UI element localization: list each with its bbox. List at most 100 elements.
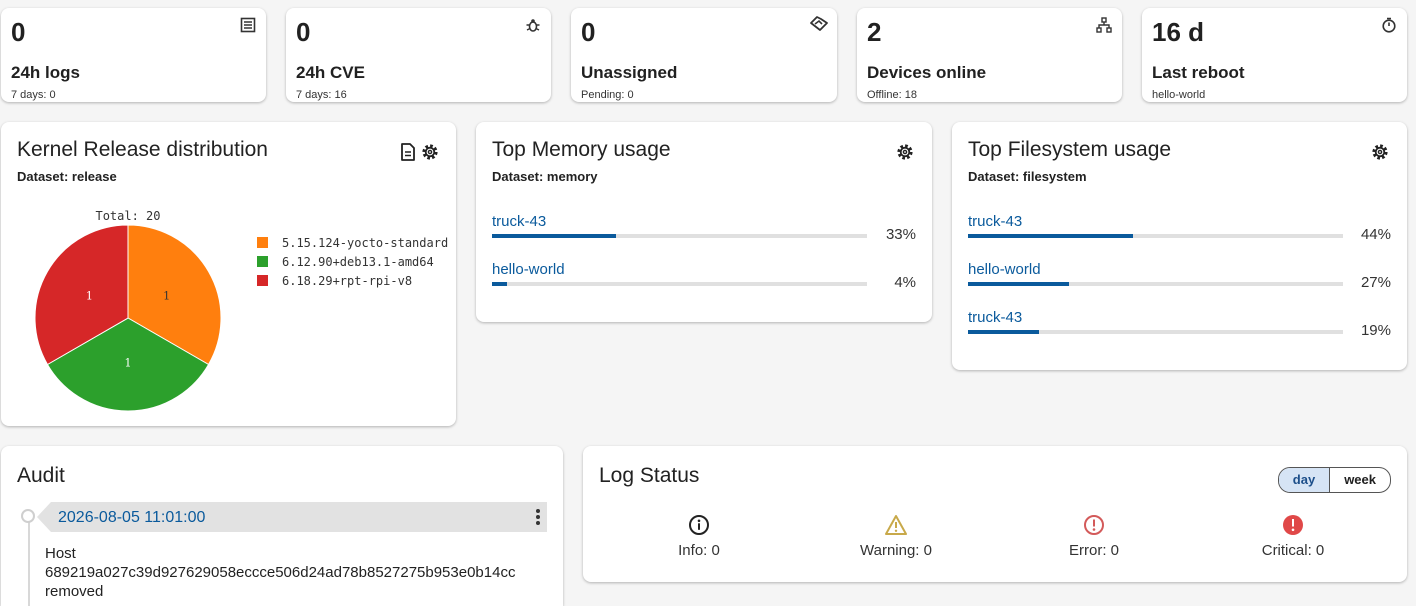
card-dataset: Dataset: filesystem: [968, 169, 1087, 184]
usage-bar: [968, 330, 1343, 334]
toggle-week[interactable]: week: [1330, 468, 1390, 492]
audit-entry-line: Host: [45, 545, 76, 562]
more-vert-icon[interactable]: [535, 508, 541, 526]
pie-total-label: Total: 20: [95, 209, 160, 223]
error-icon: [1084, 515, 1104, 535]
pie-slice-label: 1: [163, 290, 170, 303]
usage-bar: [968, 282, 1343, 286]
stat-label: Last reboot: [1152, 63, 1245, 82]
log-status-card: Log Status day week Info: 0 Warning: 0 E…: [583, 446, 1407, 582]
stat-label: Unassigned: [581, 63, 678, 82]
usage-percent: 19%: [1360, 322, 1391, 339]
audit-entry-time: 2026-08-05 11:01:00: [58, 509, 206, 526]
usage-bar-fill: [492, 234, 616, 238]
usage-row[interactable]: truck-43 33%: [492, 213, 916, 253]
stat-card-logs[interactable]: 0 24h logs 7 days: 0: [1, 8, 266, 102]
gear-icon[interactable]: [420, 142, 440, 162]
host-link[interactable]: hello-world: [968, 261, 1041, 278]
stat-sub: Pending: 0: [581, 89, 634, 101]
host-link[interactable]: truck-43: [968, 309, 1022, 326]
status-label: Error: 0: [1068, 542, 1119, 559]
status-critical: Critical: 0: [1233, 514, 1353, 559]
timeline-dot: [21, 509, 35, 523]
usage-percent: 33%: [885, 226, 916, 243]
usage-percent: 44%: [1360, 226, 1391, 243]
usage-row[interactable]: hello-world 4%: [492, 261, 916, 301]
usage-bar-fill: [968, 234, 1133, 238]
host-link[interactable]: truck-43: [492, 213, 546, 230]
card-title: Log Status: [599, 464, 700, 487]
status-error: Error: 0: [1034, 514, 1154, 559]
audit-entry-hash: 689219a027c39d927629058eccce506d24ad78b8…: [45, 564, 516, 581]
usage-bar-fill: [968, 282, 1070, 286]
info-icon: [689, 515, 709, 535]
handshake-icon: [810, 16, 828, 31]
usage-row[interactable]: truck-43 44%: [968, 213, 1391, 253]
status-label: Critical: 0: [1261, 542, 1325, 559]
legend-swatch: [257, 275, 268, 286]
stat-card-devices[interactable]: 2 Devices online Offline: 18: [857, 8, 1122, 102]
card-title: Top Memory usage: [492, 138, 671, 161]
card-dataset: Dataset: memory: [492, 169, 598, 184]
stat-value: 16 d: [1152, 17, 1205, 47]
stat-sub: 7 days: 16: [296, 89, 347, 101]
audit-entry-line: removed: [45, 583, 104, 600]
document-icon[interactable]: [398, 142, 418, 162]
gear-icon[interactable]: [1370, 142, 1390, 162]
audit-card: Audit 2026-08-05 11:01:00 Host 689219a02…: [1, 446, 563, 606]
stat-label: 24h CVE: [296, 63, 365, 82]
stat-value: 0: [581, 17, 596, 47]
usage-bar: [968, 234, 1343, 238]
host-link[interactable]: truck-43: [968, 213, 1022, 230]
card-title: Kernel Release distribution: [17, 138, 268, 161]
critical-icon: [1283, 515, 1303, 535]
usage-bar-fill: [492, 282, 507, 286]
status-info: Info: 0: [639, 514, 759, 559]
status-label: Info: 0: [678, 542, 720, 559]
stat-value: 0: [296, 17, 311, 47]
timeline-arrow: [37, 502, 51, 532]
stat-label: 24h logs: [11, 63, 80, 82]
stat-value: 2: [867, 17, 882, 47]
usage-bar: [492, 234, 867, 238]
host-link[interactable]: hello-world: [492, 261, 565, 278]
usage-bar-fill: [968, 330, 1040, 334]
kernel-pie-chart: Total: 20 1 1 1: [34, 209, 222, 412]
usage-row[interactable]: truck-43 19%: [968, 309, 1391, 349]
top-memory-card: Top Memory usage Dataset: memory truck-4…: [476, 122, 932, 322]
legend-label: 6.18.29+rpt-rpi-v8: [282, 274, 413, 288]
gear-icon[interactable]: [895, 142, 915, 162]
card-title: Top Filesystem usage: [968, 138, 1172, 161]
stat-card-reboot[interactable]: 16 d Last reboot hello-world: [1142, 8, 1407, 102]
toggle-day[interactable]: day: [1278, 468, 1331, 492]
warning-icon: [885, 515, 907, 535]
usage-percent: 4%: [894, 274, 916, 291]
pie-slice-label: 1: [86, 290, 93, 303]
status-warning: Warning: 0: [836, 514, 956, 559]
usage-row[interactable]: hello-world 27%: [968, 261, 1391, 301]
stat-label: Devices online: [867, 63, 987, 82]
stat-sub: Offline: 18: [867, 89, 917, 101]
usage-bar: [492, 282, 867, 286]
bug-icon: [526, 19, 540, 32]
period-toggle[interactable]: day week: [1277, 467, 1391, 493]
audit-entry-header[interactable]: 2026-08-05 11:01:00: [51, 502, 547, 532]
legend-swatch: [257, 256, 268, 267]
stat-value: 0: [11, 17, 26, 47]
card-dataset: Dataset: release: [17, 169, 117, 184]
stat-card-cve[interactable]: 0 24h CVE 7 days: 16: [286, 8, 551, 102]
legend-label: 6.12.90+deb13.1-amd64: [282, 255, 434, 269]
network-icon: [1096, 17, 1112, 33]
list-icon: [240, 17, 256, 33]
stat-sub: 7 days: 0: [11, 89, 56, 101]
stat-card-unassigned[interactable]: 0 Unassigned Pending: 0: [571, 8, 837, 102]
legend-swatch: [257, 237, 268, 248]
timer-icon: [1382, 17, 1396, 33]
audit-entry-body: Host 689219a027c39d927629058eccce506d24a…: [45, 544, 548, 601]
kernel-release-card: Kernel Release distribution Dataset: rel…: [1, 122, 456, 426]
stat-sub: hello-world: [1152, 89, 1206, 101]
usage-percent: 27%: [1360, 274, 1391, 291]
status-label: Warning: 0: [860, 542, 932, 559]
legend-label: 5.15.124-yocto-standard: [282, 236, 449, 250]
card-title: Audit: [17, 464, 65, 487]
